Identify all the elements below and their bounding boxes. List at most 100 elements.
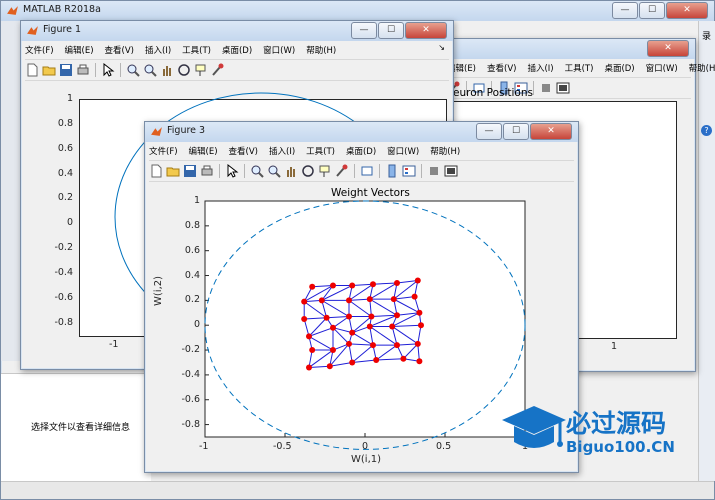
figure2-menu-insert[interactable]: 插入(I) [527, 62, 553, 74]
weight-vector-point [330, 347, 336, 354]
details-pane: 选择文件以查看详细信息 [1, 373, 151, 482]
weight-vector-point [414, 277, 421, 284]
figure1-pan-icon[interactable] [160, 63, 174, 77]
weight-vector-point [301, 298, 308, 305]
matlab-close-button[interactable]: ✕ [666, 2, 708, 19]
figure2-xtick: 1 [611, 341, 618, 352]
figure2-menu-help[interactable]: 帮助(H) [689, 62, 715, 74]
figure1-title: Figure 1 [43, 24, 82, 35]
bottom-status-bar [1, 481, 714, 499]
figure3-ytick-label: 0.8 [184, 219, 200, 231]
weight-vector-point [306, 364, 312, 371]
figure3-xlabel: W(i,1) [351, 454, 382, 465]
matlab-maximize-button[interactable]: ☐ [639, 2, 665, 19]
figure1-menu-file[interactable]: 文件(F) [25, 44, 54, 56]
figure1-minimize-button[interactable]: — [351, 22, 377, 39]
watermark-title: 必过源码 [566, 409, 667, 438]
weight-vector-point [349, 359, 356, 366]
figure1-ytick: -0.4 [54, 266, 73, 278]
biguo-watermark: 必过源码 Biguo100.CN [500, 402, 705, 464]
figure1-ytick: 0.6 [57, 142, 73, 154]
weight-vector-point [366, 296, 373, 303]
weight-vector-point [414, 340, 421, 347]
figure1-open-icon[interactable] [42, 63, 56, 77]
weight-vector-point [400, 355, 407, 362]
figure1-zoom-out-icon[interactable] [143, 63, 157, 77]
figure2-menu-window[interactable]: 窗口(W) [646, 62, 678, 74]
matlab-logo-icon [7, 6, 18, 15]
figure1-menu-help[interactable]: 帮助(H) [306, 44, 336, 56]
figure2-title-bar: ✕ [447, 39, 695, 59]
figure3-ytick-label: -0.8 [181, 418, 200, 430]
figure1-menu-edit[interactable]: 编辑(E) [65, 44, 94, 56]
figure3-ytick-label: 0 [193, 319, 200, 331]
figure1-ytick: 0 [66, 217, 73, 229]
figure3-xtick-label: 0 [362, 441, 369, 452]
weight-vector-point [418, 322, 424, 329]
weight-vector-point [411, 293, 418, 300]
figure1-ytick: 0.8 [57, 117, 73, 129]
figure1-ytick: 0.2 [57, 192, 73, 204]
figure3-ytick-label: -0.2 [181, 344, 200, 356]
figure2-menu-tools[interactable]: 工具(T) [565, 62, 594, 74]
figure1-rotate-icon[interactable] [177, 63, 191, 77]
figure1-print-icon[interactable] [76, 63, 90, 77]
figure1-menu-window[interactable]: 窗口(W) [263, 44, 295, 56]
figure2-close-button[interactable]: ✕ [647, 40, 689, 57]
figure1-brush-icon[interactable] [211, 63, 225, 77]
watermark-url: Biguo100.CN [566, 438, 675, 456]
weight-vector-point [309, 347, 316, 354]
figure2-menubar: 编辑(E) 查看(V) 插入(I) 工具(T) 桌面(D) 窗口(W) 帮助(H… [447, 60, 715, 76]
figure1-matlab-icon [27, 26, 38, 35]
weight-vector-point [394, 312, 400, 319]
weight-vector-point [306, 333, 312, 340]
figure2-dock-icon[interactable] [556, 81, 570, 95]
weight-vector-point [416, 358, 423, 365]
figure3-ytick-label: -0.6 [181, 393, 200, 405]
figure2-menu-view[interactable]: 查看(V) [487, 62, 516, 74]
figure1-save-icon[interactable] [59, 63, 73, 77]
figure1-ytick: -0.8 [54, 316, 73, 328]
graduation-cap-logo-icon [502, 406, 566, 448]
figure1-zoom-in-icon[interactable] [126, 63, 140, 77]
figure1-menu-insert[interactable]: 插入(I) [145, 44, 171, 56]
weight-vector-point [368, 313, 375, 320]
figure1-ytick: -0.6 [54, 291, 73, 303]
figure1-menu-desktop[interactable]: 桌面(D) [222, 44, 252, 56]
weight-vector-point [301, 316, 308, 322]
weight-vector-point [373, 356, 380, 363]
figure1-menu-tools[interactable]: 工具(T) [182, 44, 211, 56]
figure3-ytick-label: 1 [193, 195, 200, 206]
details-status-text: 选择文件以查看详细信息 [31, 423, 131, 433]
figure1-maximize-button[interactable]: ☐ [378, 22, 404, 39]
weight-vector-point [370, 342, 376, 349]
weight-vector-point [330, 324, 336, 331]
figure2-menu-desktop[interactable]: 桌面(D) [604, 62, 634, 74]
figure1-ytick: 1 [66, 93, 73, 104]
figure2-hide-tools-icon[interactable] [539, 81, 553, 95]
weight-vector-point [346, 340, 352, 347]
matlab-left-panel [1, 21, 22, 361]
help-icon[interactable]: ? [701, 125, 712, 136]
weight-vector-point [318, 297, 325, 304]
weight-vector-point [394, 342, 400, 349]
figure2-plot-title: euron Positions [453, 87, 533, 99]
weight-vector-point [349, 329, 356, 336]
figure1-pointer-icon[interactable] [101, 63, 115, 77]
matlab-title-bar: MATLAB R2018a — ☐ ✕ [1, 1, 714, 21]
weight-vector-point [346, 313, 352, 320]
weight-vector-point [394, 279, 400, 286]
weight-vector-point [416, 309, 423, 316]
figure1-new-figure-icon[interactable] [25, 63, 39, 77]
weight-vector-point [309, 283, 316, 290]
figure1-toolbar [25, 59, 449, 81]
figure1-menu-overflow-icon[interactable]: ↘ [438, 43, 445, 52]
matlab-right-edge-text: 录 [702, 32, 712, 42]
matlab-minimize-button[interactable]: — [612, 2, 638, 19]
figure1-datatip-icon[interactable] [194, 63, 208, 77]
figure1-close-button[interactable]: ✕ [405, 22, 447, 39]
figure1-title-bar: Figure 1 — ☐ ✕ [21, 21, 453, 41]
figure1-ytick: -0.2 [54, 242, 73, 254]
weight-vector-point [370, 281, 376, 288]
figure1-menu-view[interactable]: 查看(V) [105, 44, 134, 56]
